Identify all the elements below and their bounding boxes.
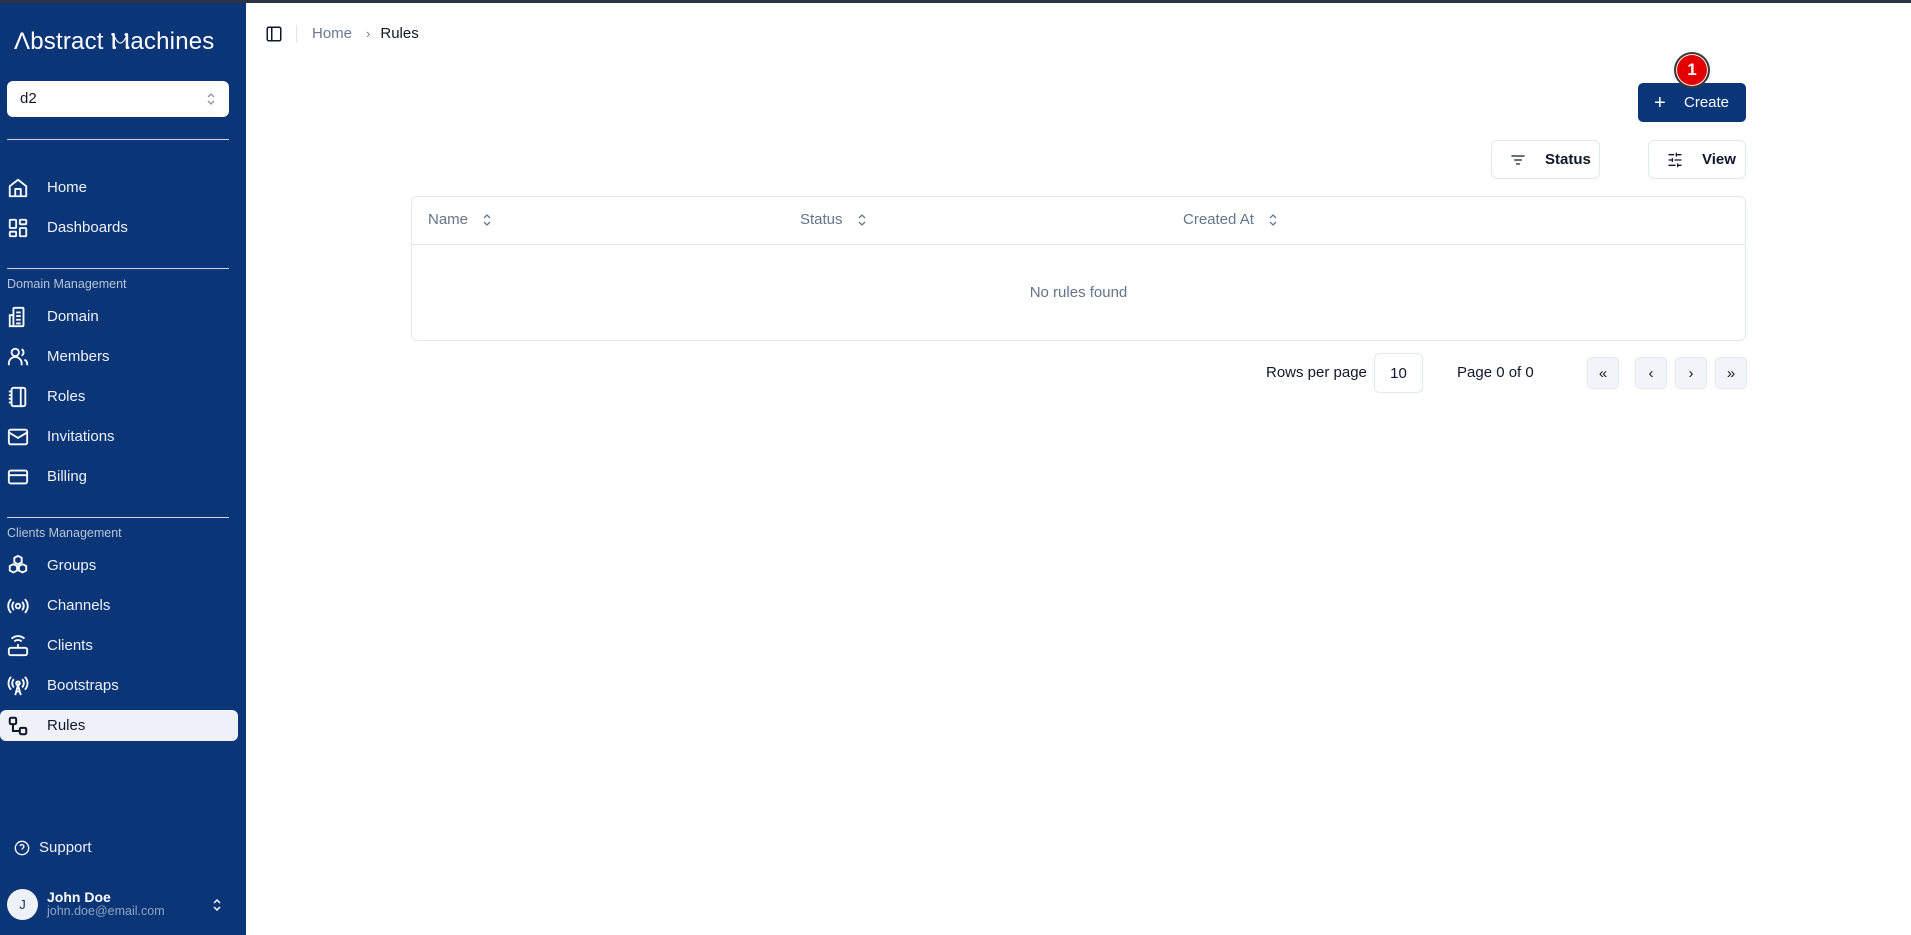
section-label-domain-management: Domain Management [7, 277, 127, 291]
filter-lines-icon [1511, 154, 1525, 165]
chevron-right-icon: › [366, 26, 371, 41]
chevrons-up-down-icon [207, 93, 215, 105]
sidebar-divider [7, 268, 229, 269]
sidebar-item-label: Billing [47, 468, 88, 485]
building-icon [7, 306, 29, 328]
users-icon [7, 346, 29, 368]
sidebar-item-billing[interactable]: Billing [0, 461, 238, 492]
workflow-icon [7, 715, 29, 737]
sidebar-item-label: Home [47, 179, 88, 196]
sidebar-item-rules[interactable]: Rules [0, 710, 238, 741]
support-label: Support [39, 839, 92, 856]
sidebar-item-groups[interactable]: Groups [0, 550, 238, 581]
header-divider [296, 25, 297, 43]
pagination: Rows per page 10 Page 0 of 0 « ‹ › » [246, 353, 1747, 393]
help-circle-icon [14, 840, 30, 855]
column-header-label: Status [800, 211, 843, 228]
last-page-button[interactable]: » [1715, 357, 1747, 389]
sidebar-item-home[interactable]: Home [0, 172, 238, 203]
sort-icon [1269, 213, 1277, 226]
next-page-button[interactable]: › [1675, 357, 1707, 389]
dashboard-grid-icon [7, 217, 29, 239]
credit-card-icon [7, 466, 29, 488]
user-email: john.doe@email.com [47, 903, 165, 918]
rows-per-page-select[interactable]: 10 [1374, 353, 1423, 393]
breadcrumb-current: Rules [380, 25, 419, 42]
sidebar-item-roles[interactable]: Roles [0, 381, 238, 412]
sidebar-item-label: Bootstraps [47, 677, 119, 694]
sidebar-item-members[interactable]: Members [0, 341, 238, 372]
sidebar-item-label: Invitations [47, 428, 115, 445]
domain-selector[interactable]: d2 [7, 81, 229, 117]
sidebar-item-clients[interactable]: Clients [0, 630, 238, 661]
panel-left-icon [266, 26, 282, 42]
column-header-created-at[interactable]: Created At [1183, 211, 1278, 228]
column-header-label: Created At [1183, 211, 1254, 228]
sidebar-item-dashboards[interactable]: Dashboards [0, 212, 238, 243]
window-top-border [0, 0, 1911, 3]
rules-table: Name Status Created At No rules found [411, 196, 1746, 341]
mail-icon [7, 426, 29, 448]
user-name: John Doe [47, 889, 111, 906]
page-info: Page 0 of 0 [1457, 364, 1534, 381]
antenna-icon [7, 675, 29, 697]
previous-page-button[interactable]: ‹ [1635, 357, 1667, 389]
plus-icon: + [1654, 91, 1666, 114]
column-header-name[interactable]: Name [428, 211, 492, 228]
sidebar-item-label: Members [47, 348, 110, 365]
radio-icon [7, 595, 29, 617]
sidebar-item-label: Rules [47, 717, 86, 734]
app-logo: Λbstract Ⲙachines [14, 28, 215, 55]
sidebar-item-label: Domain [47, 308, 99, 325]
first-page-button[interactable]: « [1587, 357, 1619, 389]
main-content: Home › Rules + Create 1 Status View Name… [246, 0, 1911, 935]
router-icon [7, 634, 29, 657]
table-header: Name Status Created At [412, 197, 1745, 245]
breadcrumb: Home › Rules [312, 25, 419, 42]
status-filter-label: Status [1545, 151, 1591, 168]
sidebar-item-label: Dashboards [47, 219, 128, 236]
support-link[interactable]: Support [14, 839, 92, 856]
create-button-label: Create [1684, 94, 1730, 111]
sidebar-divider [7, 139, 229, 140]
boxes-icon [7, 554, 29, 577]
sidebar-item-channels[interactable]: Channels [0, 590, 238, 621]
sort-icon [858, 213, 865, 226]
create-rule-button[interactable]: + Create [1638, 83, 1746, 122]
section-label-clients-management: Clients Management [7, 526, 122, 540]
rows-per-page-label: Rows per page [1266, 364, 1367, 381]
sort-icon [483, 213, 491, 226]
home-icon [7, 177, 29, 199]
column-header-status[interactable]: Status [800, 211, 867, 228]
sidebar-item-invitations[interactable]: Invitations [0, 421, 238, 452]
sidebar-item-label: Roles [47, 388, 86, 405]
notification-badge: 1 [1674, 52, 1710, 88]
view-options-button[interactable]: View [1648, 140, 1746, 179]
sidebar-divider [7, 517, 229, 518]
sidebar-item-label: Groups [47, 557, 97, 574]
sidebar-item-bootstraps[interactable]: Bootstraps [0, 670, 238, 701]
sidebar-toggle-button[interactable] [265, 25, 283, 43]
empty-state-message: No rules found [1029, 284, 1128, 301]
sidebar-item-domain[interactable]: Domain [0, 301, 238, 332]
column-header-label: Name [428, 211, 469, 228]
sidebar-item-label: Channels [47, 597, 111, 614]
breadcrumb-home-link[interactable]: Home [312, 25, 352, 42]
user-menu[interactable]: J John Doe john.doe@email.com [7, 886, 233, 922]
sidebar-item-label: Clients [47, 637, 93, 654]
domain-selector-value: d2 [20, 90, 37, 107]
status-filter-button[interactable]: Status [1491, 140, 1600, 179]
sidebar: Λbstract Ⲙachines d2 Home Dashboards Dom… [0, 0, 246, 935]
notebook-icon [7, 386, 29, 408]
avatar: J [7, 888, 38, 920]
chevrons-up-down-icon [213, 898, 221, 912]
sliders-horizontal-icon [1668, 152, 1682, 167]
view-options-label: View [1702, 151, 1736, 168]
